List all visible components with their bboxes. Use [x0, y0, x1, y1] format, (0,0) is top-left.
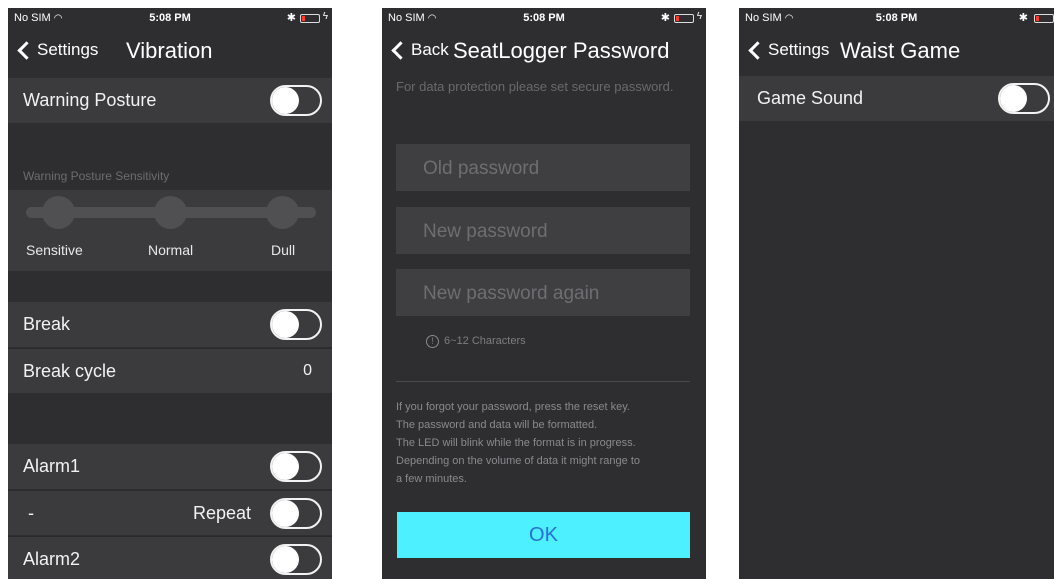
slider-label-sensitive: Sensitive: [26, 242, 83, 258]
back-button[interactable]: Back: [388, 40, 449, 60]
reset-info-line: The password and data will be formatted.: [396, 419, 598, 431]
break-row: Break: [8, 302, 332, 347]
back-button[interactable]: Settings: [745, 40, 829, 60]
toggle-knob: [272, 87, 299, 114]
intro-text: For data protection please set secure pa…: [396, 79, 674, 94]
toggle-knob: [272, 546, 299, 573]
alarm1-toggle[interactable]: [270, 451, 322, 482]
char-hint-text: 6~12 Characters: [444, 335, 526, 347]
bluetooth-icon: ✱: [286, 12, 296, 24]
break-label: Break: [23, 314, 71, 334]
page-title: SeatLogger Password: [453, 38, 670, 63]
break-cycle-row[interactable]: Break cycle 0: [8, 348, 332, 393]
break-cycle-label: Break cycle: [23, 361, 117, 381]
navigation-bar: Back SeatLogger Password: [382, 30, 706, 72]
sensitivity-section-label: Warning Posture Sensitivity: [23, 169, 170, 183]
slider-label-normal: Normal: [148, 242, 194, 258]
toggle-knob: [1000, 85, 1027, 112]
bluetooth-icon: ✱: [660, 12, 670, 24]
toggle-knob: [272, 500, 299, 527]
status-time: 5:08 PM: [875, 12, 918, 24]
break-toggle[interactable]: [270, 309, 322, 340]
reset-info-line: a few minutes.: [396, 473, 467, 485]
charging-icon: ϟ: [696, 11, 702, 22]
navigation-bar: Settings Vibration: [8, 30, 332, 72]
bluetooth-icon: ✱: [1018, 12, 1028, 24]
slider-stop-dull[interactable]: [266, 196, 299, 229]
back-label: Settings: [37, 40, 99, 59]
new-password-again-field[interactable]: New password again: [396, 269, 690, 316]
waist-game-screen: No SIM ◠ 5:08 PM ✱ Settings Waist Game Ga…: [739, 8, 1054, 579]
status-bar: No SIM ◠ 5:08 PM ✱: [739, 8, 1054, 30]
slider-label-dull: Dull: [271, 242, 296, 258]
chevron-left-icon: [748, 40, 767, 60]
back-label: Back: [411, 40, 449, 59]
alarm2-label: Alarm2: [23, 549, 81, 569]
reset-info-line: If you forgot your password, press the r…: [396, 401, 630, 413]
warning-posture-label: Warning Posture: [23, 90, 157, 110]
ok-button[interactable]: OK: [397, 512, 690, 558]
vibration-screen: No SIM ◠ 5:08 PM ✱ ϟ Settings Vibration W…: [8, 8, 332, 579]
game-sound-label: Game Sound: [757, 88, 864, 108]
sensitivity-slider-row: Sensitive Normal Dull: [8, 190, 332, 271]
alarm1-label: Alarm1: [23, 456, 81, 476]
back-button[interactable]: Settings: [14, 40, 98, 60]
repeat-dash: -: [28, 503, 34, 523]
alarm2-row: Alarm2: [8, 536, 332, 579]
chevron-left-icon: [391, 40, 410, 60]
warning-posture-toggle[interactable]: [270, 85, 322, 116]
toggle-knob: [272, 311, 299, 338]
alarm2-toggle[interactable]: [270, 544, 322, 575]
battery-low-icon: [300, 14, 320, 23]
battery-low-icon: [674, 14, 694, 23]
info-icon: !: [426, 334, 439, 348]
slider-stop-sensitive[interactable]: [42, 196, 75, 229]
password-screen: No SIM ◠ 5:08 PM ✱ ϟ Back SeatLogger Pass…: [382, 8, 706, 579]
charging-icon: ϟ: [322, 11, 328, 22]
alarm1-repeat-row: - Repeat: [8, 490, 332, 535]
page-title: Waist Game: [840, 38, 961, 63]
battery-low-icon: [1034, 14, 1054, 23]
char-hint: ! 6~12 Characters: [396, 331, 690, 351]
new-password-field[interactable]: New password: [396, 207, 690, 254]
navigation-bar: Settings Waist Game: [739, 30, 1054, 72]
alarm1-repeat-toggle[interactable]: [270, 498, 322, 529]
page-title: Vibration: [126, 38, 213, 63]
alarm1-row: Alarm1: [8, 444, 332, 489]
slider-stop-normal[interactable]: [154, 196, 187, 229]
divider: [396, 381, 690, 382]
repeat-label: Repeat: [193, 503, 252, 523]
reset-info: If you forgot your password, press the r…: [396, 398, 690, 488]
status-time: 5:08 PM: [149, 12, 191, 24]
game-sound-toggle[interactable]: [998, 83, 1050, 114]
status-bar: No SIM ◠ 5:08 PM ✱ ϟ: [8, 8, 332, 30]
warning-posture-row: Warning Posture: [8, 78, 332, 123]
old-password-field[interactable]: Old password: [396, 144, 690, 191]
reset-info-line: The LED will blink while the format is i…: [396, 437, 636, 449]
break-cycle-value: 0: [303, 362, 312, 379]
chevron-left-icon: [17, 40, 36, 60]
status-time: 5:08 PM: [523, 12, 565, 24]
back-label: Settings: [768, 40, 830, 59]
toggle-knob: [272, 453, 299, 480]
reset-info-line: Depending on the volume of data it might…: [396, 455, 640, 467]
status-bar: No SIM ◠ 5:08 PM ✱ ϟ: [382, 8, 706, 30]
game-sound-row: Game Sound: [739, 76, 1054, 121]
